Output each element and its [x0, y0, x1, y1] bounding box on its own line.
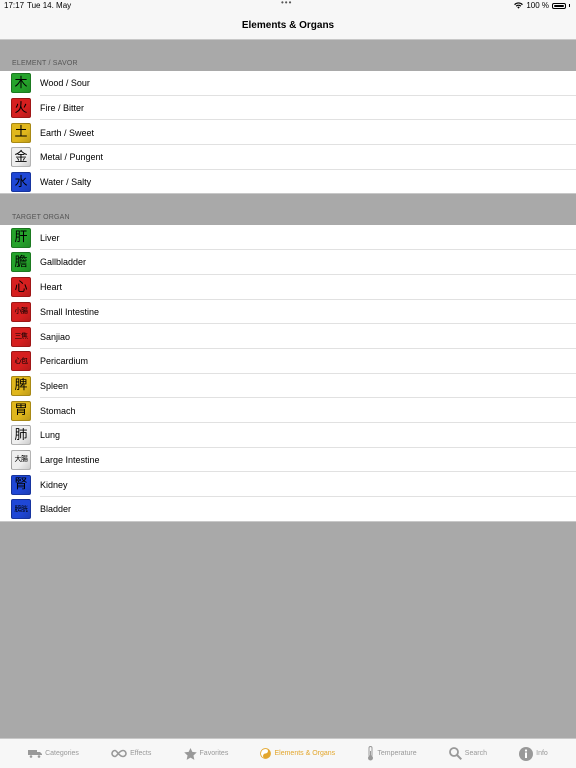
tab-label: Favorites	[199, 750, 229, 757]
list-item[interactable]: 三焦 Sanjiao	[0, 324, 576, 349]
tab-label: Elements & Organs	[274, 750, 336, 757]
tab-temperature[interactable]: Temperature	[367, 746, 417, 761]
character-tile-icon: 肝	[11, 227, 31, 248]
character-tile-icon: 小腸	[11, 301, 31, 322]
page-title: Elements & Organs	[241, 20, 335, 31]
tab-bar: Categories Effects Favorites Elements & Org…	[0, 738, 576, 768]
tab-label: Search	[464, 750, 487, 757]
list-item[interactable]: 肝 Liver	[0, 225, 576, 250]
character-tile-icon: 火	[11, 98, 31, 119]
list-item-label: Pericardium	[40, 356, 89, 367]
table-view[interactable]: ELEMENT / SAVOR 木 Wood / Sour 火 Fire / Bitte…	[0, 40, 576, 522]
search-icon	[448, 747, 462, 760]
tab-label: Effects	[130, 750, 152, 757]
section-header: TARGET ORGAN	[0, 194, 576, 226]
list-item-label: Lung	[40, 430, 61, 441]
list-item[interactable]: 木 Wood / Sour	[0, 71, 576, 96]
character-tile-icon: 脾	[11, 375, 31, 396]
character-tile-icon: 水	[11, 172, 31, 193]
tab-search[interactable]: Search	[448, 747, 487, 760]
list-item-label: Metal / Pungent	[40, 152, 104, 163]
tab-effects[interactable]: Effects	[111, 749, 151, 758]
character-tile-icon: 膽	[11, 252, 31, 273]
status-right: 100 %	[514, 1, 570, 10]
list-item-label: Stomach	[40, 405, 76, 416]
character-tile-icon: 三焦	[11, 326, 31, 347]
character-tile-icon: 肺	[11, 425, 31, 446]
section-list: 木 Wood / Sour 火 Fire / Bitter 土 Earth / Sweet…	[0, 71, 576, 195]
list-item[interactable]: 水 Water / Salty	[0, 170, 576, 195]
section-header-label: TARGET ORGAN	[12, 214, 70, 222]
tab-categories[interactable]: Categories	[28, 749, 79, 758]
character-tile-icon: 土	[11, 122, 31, 143]
tab-info[interactable]: Info	[519, 746, 548, 761]
multitasking-dots-icon[interactable]: •••	[281, 0, 292, 7]
list-item[interactable]: 肺 Lung	[0, 423, 576, 448]
list-item[interactable]: 膽 Gallbladder	[0, 250, 576, 275]
list-item-label: Fire / Bitter	[40, 103, 85, 114]
status-bar: 17:17 Tue 14. May ••• 100 %	[0, 0, 576, 12]
character-tile-icon: 大腸	[11, 449, 31, 470]
list-item-label: Large Intestine	[40, 454, 100, 465]
character-tile-icon: 腎	[11, 474, 31, 495]
truck-icon	[28, 749, 43, 758]
section-list: 肝 Liver 膽 Gallbladder 心 Heart 小腸 Small Intestin…	[0, 225, 576, 522]
list-item-label: Water / Salty	[40, 177, 92, 188]
info-icon	[519, 746, 534, 761]
section-header-label: ELEMENT / SAVOR	[12, 60, 78, 67]
list-item-label: Sanjiao	[40, 331, 71, 342]
battery-icon	[552, 2, 566, 9]
character-tile-icon: 胃	[11, 400, 31, 421]
list-item-label: Kidney	[40, 479, 68, 490]
battery-percent: 100 %	[526, 1, 549, 10]
list-item-label: Bladder	[40, 504, 72, 515]
status-time: 17:17	[4, 1, 25, 10]
list-item-label: Heart	[40, 282, 63, 293]
tab-label: Info	[536, 750, 548, 757]
list-item-label: Gallbladder	[40, 257, 87, 268]
character-tile-icon: 木	[11, 73, 31, 94]
list-item-label: Spleen	[40, 380, 69, 391]
thermometer-icon	[367, 746, 374, 761]
list-item-label: Wood / Sour	[40, 78, 90, 89]
tab-label: Categories	[45, 750, 79, 757]
tab-favorites[interactable]: Favorites	[183, 747, 229, 760]
navigation-bar: Elements & Organs	[0, 12, 576, 40]
list-item[interactable]: 土 Earth / Sweet	[0, 120, 576, 145]
list-item-label: Earth / Sweet	[40, 127, 95, 138]
status-date: Tue 14. May	[27, 1, 72, 10]
list-item[interactable]: 金 Metal / Pungent	[0, 145, 576, 170]
yin-yang-icon	[260, 748, 272, 759]
star-icon	[183, 747, 197, 760]
list-item[interactable]: 心 Heart	[0, 275, 576, 300]
character-tile-icon: 心包	[11, 351, 31, 372]
character-tile-icon: 膀胱	[11, 499, 31, 520]
list-item[interactable]: 脾 Spleen	[0, 374, 576, 399]
list-item[interactable]: 大腸 Large Intestine	[0, 448, 576, 473]
list-item-label: Liver	[40, 232, 60, 243]
wifi-icon	[514, 2, 524, 9]
list-item[interactable]: 心包 Pericardium	[0, 349, 576, 374]
list-item[interactable]: 火 Fire / Bitter	[0, 96, 576, 121]
list-item[interactable]: 胃 Stomach	[0, 398, 576, 423]
list-item[interactable]: 腎 Kidney	[0, 472, 576, 497]
list-item[interactable]: 小腸 Small Intestine	[0, 300, 576, 325]
character-tile-icon: 金	[11, 147, 31, 168]
section-header: ELEMENT / SAVOR	[0, 40, 576, 71]
infinity-icon	[111, 749, 127, 758]
tab-elements-organs[interactable]: Elements & Organs	[260, 748, 335, 759]
list-item[interactable]: 膀胱 Bladder	[0, 497, 576, 522]
tab-label: Temperature	[377, 750, 417, 757]
list-item-label: Small Intestine	[40, 306, 100, 317]
character-tile-icon: 心	[11, 277, 31, 298]
